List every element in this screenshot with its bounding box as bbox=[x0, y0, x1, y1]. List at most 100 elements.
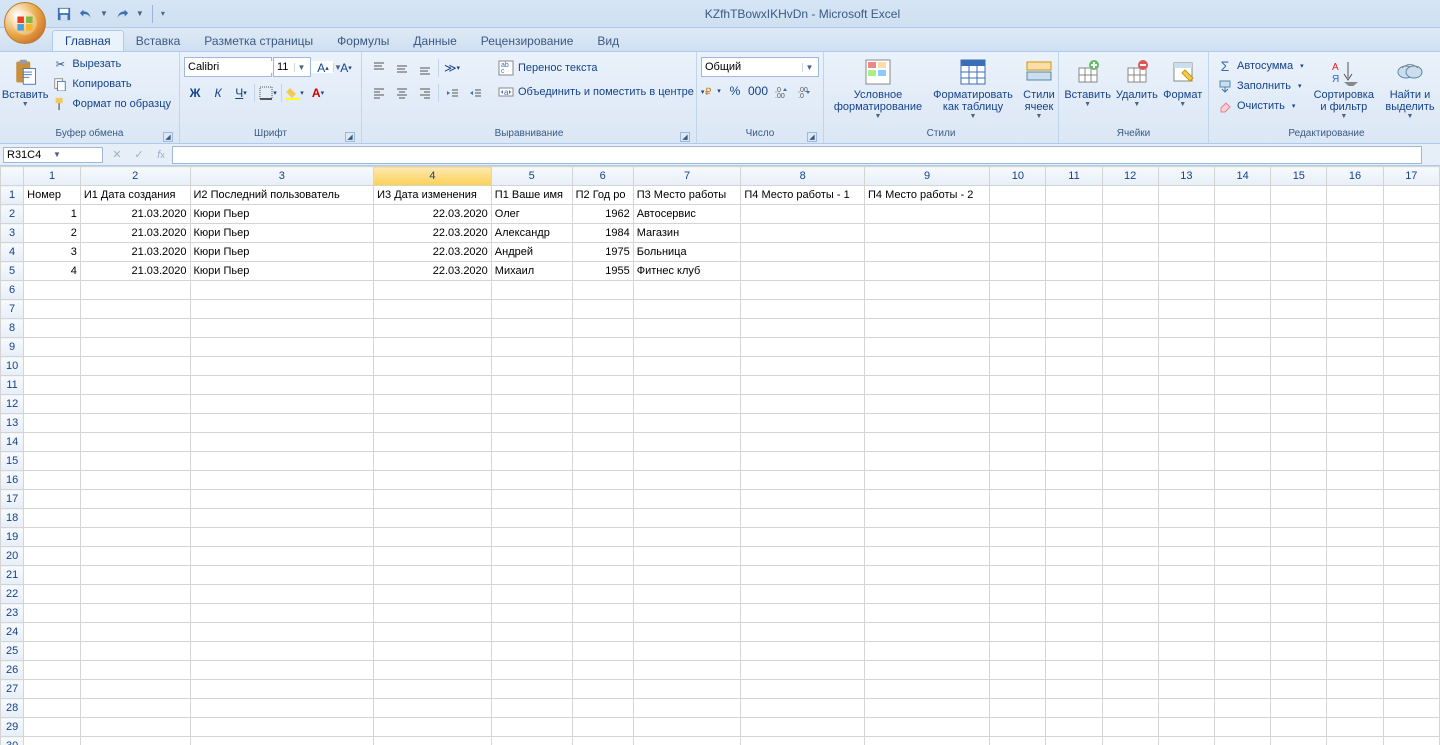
cell[interactable] bbox=[1271, 661, 1327, 680]
column-header[interactable]: 14 bbox=[1214, 167, 1270, 186]
cell[interactable] bbox=[24, 680, 81, 699]
cell[interactable] bbox=[741, 338, 865, 357]
formula-enter-button[interactable]: ✓ bbox=[128, 146, 150, 164]
cell[interactable] bbox=[633, 376, 741, 395]
row-header[interactable]: 17 bbox=[1, 490, 24, 509]
cell[interactable] bbox=[24, 281, 81, 300]
row-header[interactable]: 10 bbox=[1, 357, 24, 376]
cell[interactable] bbox=[1102, 243, 1158, 262]
cell[interactable] bbox=[190, 642, 374, 661]
cell[interactable] bbox=[1271, 528, 1327, 547]
cell[interactable] bbox=[374, 528, 492, 547]
cell[interactable] bbox=[80, 433, 190, 452]
cell[interactable] bbox=[80, 281, 190, 300]
column-header[interactable]: 5 bbox=[491, 167, 572, 186]
align-center-button[interactable] bbox=[391, 82, 413, 104]
cell[interactable] bbox=[1158, 661, 1214, 680]
autosum-button[interactable]: ΣАвтосумма▾ bbox=[1215, 57, 1306, 75]
cell[interactable] bbox=[1046, 357, 1102, 376]
cell[interactable] bbox=[572, 433, 633, 452]
cell[interactable] bbox=[1383, 718, 1439, 737]
column-header[interactable]: 3 bbox=[190, 167, 374, 186]
cell[interactable] bbox=[1158, 300, 1214, 319]
cell[interactable] bbox=[1214, 528, 1270, 547]
cell[interactable] bbox=[374, 737, 492, 745]
cell[interactable] bbox=[1046, 414, 1102, 433]
cell[interactable] bbox=[1102, 604, 1158, 623]
cell[interactable] bbox=[1327, 471, 1383, 490]
cell[interactable] bbox=[990, 300, 1046, 319]
cell[interactable] bbox=[864, 471, 989, 490]
cell[interactable] bbox=[1102, 319, 1158, 338]
cell[interactable] bbox=[1327, 338, 1383, 357]
row-header[interactable]: 15 bbox=[1, 452, 24, 471]
cell[interactable]: И2 Последний пользователь bbox=[190, 186, 374, 205]
cell[interactable] bbox=[1214, 319, 1270, 338]
cell[interactable] bbox=[864, 281, 989, 300]
column-header[interactable]: 2 bbox=[80, 167, 190, 186]
cell[interactable] bbox=[572, 642, 633, 661]
row-header[interactable]: 11 bbox=[1, 376, 24, 395]
cell[interactable] bbox=[1383, 395, 1439, 414]
cell[interactable] bbox=[741, 471, 865, 490]
cell[interactable] bbox=[1046, 699, 1102, 718]
column-header[interactable]: 16 bbox=[1327, 167, 1383, 186]
align-middle-button[interactable] bbox=[391, 57, 413, 79]
cell[interactable] bbox=[1271, 623, 1327, 642]
cell[interactable] bbox=[1102, 300, 1158, 319]
cell[interactable] bbox=[190, 623, 374, 642]
cell[interactable] bbox=[1383, 604, 1439, 623]
cell[interactable] bbox=[1158, 262, 1214, 281]
cell[interactable] bbox=[741, 528, 865, 547]
cell[interactable] bbox=[24, 718, 81, 737]
format-as-table-button[interactable]: Форматировать как таблицу▼ bbox=[930, 54, 1016, 128]
cell[interactable] bbox=[1327, 186, 1383, 205]
cell[interactable] bbox=[491, 737, 572, 745]
cell[interactable] bbox=[374, 452, 492, 471]
merge-center-button[interactable]: aОбъединить и поместить в центре▾ bbox=[496, 83, 706, 101]
cell[interactable] bbox=[864, 205, 989, 224]
cell[interactable] bbox=[633, 547, 741, 566]
cell[interactable] bbox=[1383, 471, 1439, 490]
cell[interactable] bbox=[1214, 281, 1270, 300]
cell[interactable] bbox=[1214, 547, 1270, 566]
cell[interactable] bbox=[491, 471, 572, 490]
cell[interactable] bbox=[1102, 433, 1158, 452]
cell[interactable] bbox=[1214, 224, 1270, 243]
cell[interactable] bbox=[190, 699, 374, 718]
cell[interactable] bbox=[1271, 357, 1327, 376]
cell[interactable] bbox=[374, 680, 492, 699]
align-left-button[interactable] bbox=[368, 82, 390, 104]
cell[interactable] bbox=[741, 623, 865, 642]
cell[interactable] bbox=[491, 604, 572, 623]
cell[interactable] bbox=[741, 452, 865, 471]
cell[interactable] bbox=[1102, 718, 1158, 737]
name-box[interactable]: R31C4▼ bbox=[3, 147, 103, 163]
cell[interactable] bbox=[1102, 338, 1158, 357]
cell[interactable] bbox=[990, 262, 1046, 281]
cell[interactable] bbox=[864, 376, 989, 395]
cell[interactable] bbox=[990, 186, 1046, 205]
cell[interactable] bbox=[1158, 718, 1214, 737]
cell[interactable] bbox=[491, 281, 572, 300]
cell[interactable] bbox=[864, 262, 989, 281]
cell[interactable] bbox=[633, 433, 741, 452]
cell[interactable] bbox=[80, 319, 190, 338]
cell[interactable] bbox=[990, 243, 1046, 262]
cell[interactable] bbox=[990, 433, 1046, 452]
cell[interactable] bbox=[1271, 262, 1327, 281]
cell[interactable] bbox=[1383, 585, 1439, 604]
cell[interactable] bbox=[1214, 585, 1270, 604]
cell[interactable] bbox=[190, 509, 374, 528]
cell[interactable] bbox=[1327, 718, 1383, 737]
column-header[interactable]: 1 bbox=[24, 167, 81, 186]
cell[interactable] bbox=[374, 547, 492, 566]
cell[interactable] bbox=[572, 300, 633, 319]
cell[interactable] bbox=[1158, 452, 1214, 471]
cell[interactable] bbox=[1102, 585, 1158, 604]
cell[interactable] bbox=[1271, 338, 1327, 357]
cell[interactable] bbox=[80, 642, 190, 661]
cell[interactable] bbox=[990, 737, 1046, 745]
cell[interactable] bbox=[633, 623, 741, 642]
cell[interactable] bbox=[80, 471, 190, 490]
